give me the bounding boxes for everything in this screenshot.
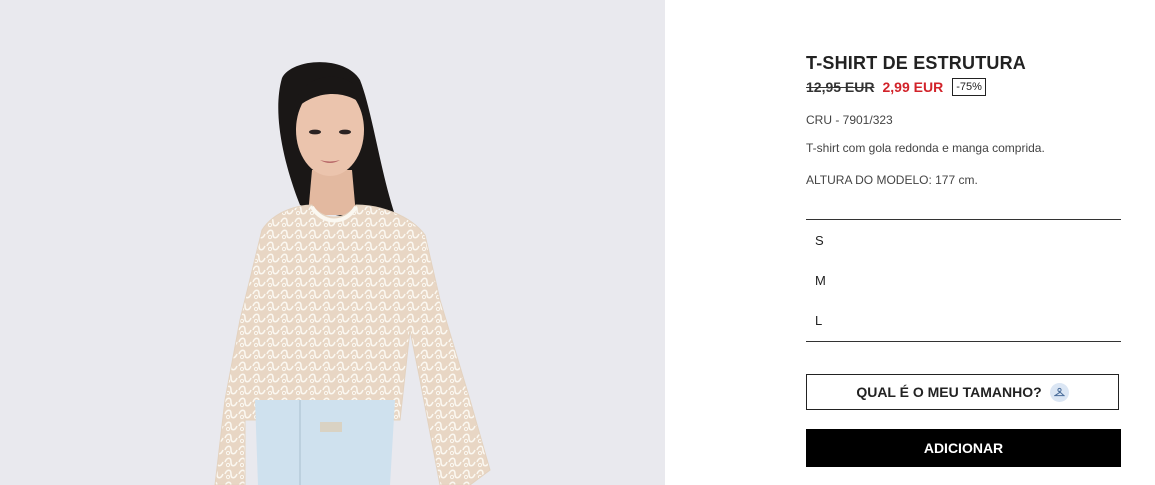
hanger-icon — [1049, 382, 1069, 402]
size-option-l[interactable]: L — [815, 313, 822, 328]
model-photo-illustration — [214, 62, 491, 485]
product-description: T-shirt com gola redonda e manga comprid… — [806, 141, 1045, 155]
discount-badge: -75% — [952, 78, 986, 96]
size-option-m[interactable]: M — [815, 273, 826, 288]
price-row: 12,95 EUR 2,99 EUR -75% — [806, 78, 986, 96]
original-price: 12,95 EUR — [806, 79, 875, 95]
color-reference: CRU - 7901/323 — [806, 113, 893, 127]
size-list: S M L — [806, 219, 1121, 342]
add-to-cart-button[interactable]: ADICIONAR — [806, 429, 1121, 467]
product-title: T-SHIRT DE ESTRUTURA — [806, 53, 1026, 73]
product-image[interactable] — [0, 0, 665, 485]
size-guide-label: QUAL É O MEU TAMANHO? — [856, 384, 1042, 400]
model-height: ALTURA DO MODELO: 177 cm. — [806, 173, 978, 187]
sale-price: 2,99 EUR — [882, 79, 944, 95]
size-option-s[interactable]: S — [815, 233, 824, 248]
size-guide-button[interactable]: QUAL É O MEU TAMANHO? — [806, 374, 1119, 410]
